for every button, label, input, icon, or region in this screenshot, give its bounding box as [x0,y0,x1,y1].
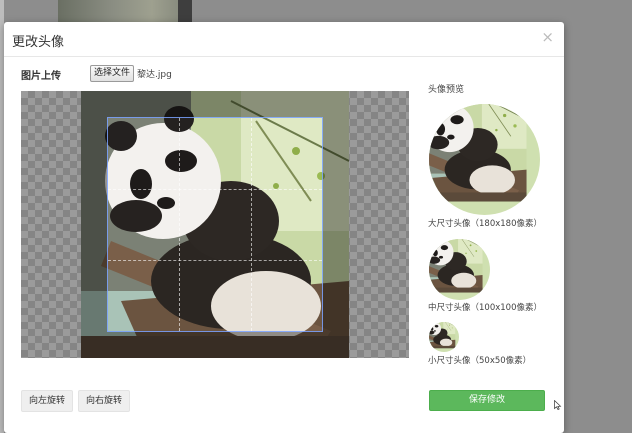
small-avatar-preview [429,322,459,352]
rotate-right-button[interactable]: 向右旋转 [78,390,131,412]
image-crop-area[interactable] [21,91,409,358]
large-avatar-label: 大尺寸头像（180x180像素） [428,219,542,229]
choose-file-button[interactable]: 选择文件 [90,65,135,82]
modal-title: 更改头像 [12,35,65,50]
save-changes-button[interactable]: 保存修改 [429,390,545,411]
background-photo [58,0,192,22]
selected-file-name: 黎达.jpg [137,70,172,80]
modal-header: 更改头像 × [4,22,564,57]
mouse-pointer-icon [554,400,562,410]
medium-avatar-preview [429,239,490,300]
crop-selection-box[interactable] [107,117,323,332]
rotate-left-button[interactable]: 向左旋转 [21,390,74,412]
upload-label: 图片上传 [21,71,61,82]
large-avatar-preview [429,104,540,215]
change-avatar-modal: 更改头像 × 图片上传 选择文件 黎达.jpg 头像预览 大尺寸头像（180x1… [4,22,564,433]
preview-title: 头像预览 [428,85,465,95]
small-avatar-label: 小尺寸头像（50x50像素） [428,356,532,366]
close-icon[interactable]: × [541,28,554,46]
medium-avatar-label: 中尺寸头像（100x100像素） [428,303,542,313]
